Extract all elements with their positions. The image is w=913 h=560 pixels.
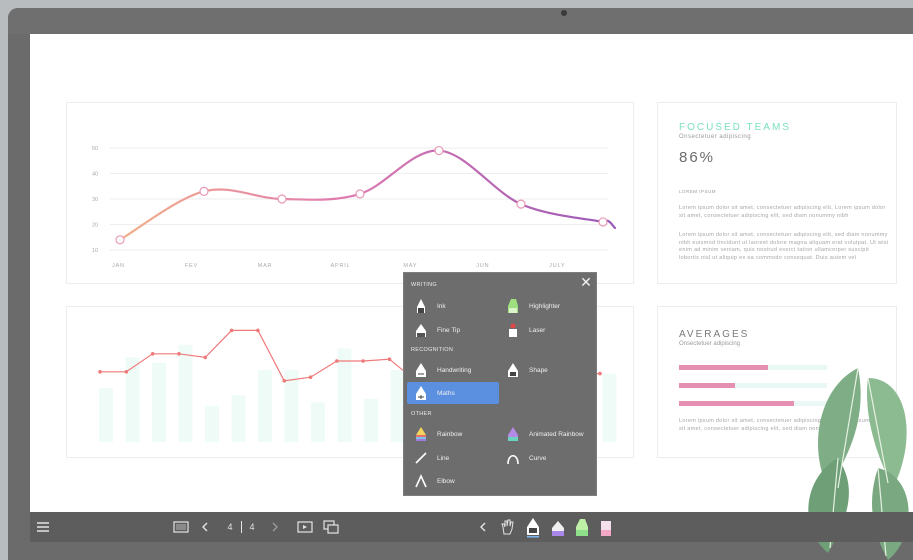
bar [602,373,617,442]
fine-pen-icon[interactable] [548,512,568,542]
bar-line-point [98,370,102,374]
bar [99,388,113,442]
highlighter-icon [505,298,521,314]
tool-fine-tip-label: Fine Tip [437,326,461,334]
tool-highlighter[interactable]: Highlighter [499,295,591,317]
tool-laser[interactable]: Laser [499,319,591,341]
eraser-icon[interactable] [596,512,616,542]
focused-teams-percentage: 86% [679,149,716,166]
section-writing: WRITING [411,282,437,288]
tool-handwriting-label: Handwriting [437,366,472,374]
tool-laser-label: Laser [529,326,546,334]
tool-fine-tip[interactable]: Fine Tip [407,319,499,341]
next-page-icon[interactable] [268,512,282,542]
bottom-toolbar: 4 4 [30,512,913,542]
bar [258,370,272,442]
tool-maths-label: Maths [437,389,455,397]
bar [311,402,325,442]
display-bezel: 50 40 30 20 10 JAN FEV MAR APRIL MAY JUN JULY FOCU… [8,8,913,560]
bar [205,406,219,442]
bar [231,395,246,442]
elbow-icon [413,473,429,489]
tool-handwriting[interactable]: Handwriting [407,359,499,381]
focused-teams-subtitle: Onsectetuer adipiscing [679,134,752,140]
bezel-top [8,8,913,34]
hand-icon[interactable] [498,512,516,542]
pen-icon[interactable] [522,512,544,542]
bar-line-point [150,352,155,356]
animated-rainbow-icon [505,426,521,442]
ink-tools-popup: ✕ WRITING Ink Highlighter Fine Tip Laser [403,272,597,496]
focused-teams-paragraph-2: Lorem ipsum dolor sit amet, consectetuer… [679,232,889,261]
page-current: 4 [227,522,233,532]
ink-pen-icon [413,298,429,314]
bar [125,357,140,442]
tool-ink[interactable]: Ink [407,295,499,317]
laser-pointer-icon [505,322,521,338]
windows-icon[interactable] [322,512,340,542]
collapse-icon[interactable] [476,512,490,542]
camera-icon [561,10,567,16]
section-other: OTHER [411,411,432,417]
close-icon[interactable]: ✕ [579,275,593,289]
tool-animated-rainbow-label: Animated Rainbow [529,430,584,438]
focused-teams-paragraph-1: Lorem ipsum dolor sit amet, consectetuer… [679,205,886,219]
focused-teams-title: FOCUSED TEAMS [679,122,791,133]
bar-line-point [361,359,365,363]
bar-line-point [203,355,208,360]
tool-animated-rainbow[interactable]: Animated Rainbow [499,423,591,445]
tool-shape-label: Shape [529,366,548,374]
tool-elbow-label: Elbow [437,477,455,485]
page-separator [238,512,244,542]
tool-line-label: Line [437,454,450,462]
averages-title: AVERAGES [679,329,750,340]
averages-subtitle: Onsectetuer adipiscing [679,341,741,347]
menu-icon[interactable] [34,512,52,542]
tool-rainbow[interactable]: Rainbow [407,423,499,445]
bar-line-point [177,352,181,356]
prev-page-icon[interactable] [198,512,212,542]
bar-line-point [282,379,287,383]
shape-icon [505,362,521,378]
tool-shape[interactable]: Shape [499,359,591,381]
bar [364,398,378,442]
whiteboard-icon[interactable] [172,512,190,542]
maths-icon [413,385,429,401]
tool-maths[interactable]: Maths [407,382,499,404]
bar [178,344,193,442]
tool-ink-label: Ink [437,302,446,310]
tool-curve-label: Curve [529,454,547,462]
fine-tip-pen-icon [413,322,429,338]
page-total: 4 [249,522,255,532]
bar-line-point [335,359,339,363]
highlighter-icon[interactable] [572,512,592,542]
section-recognition: RECOGNITION [411,347,454,353]
bar-line-point [308,375,313,380]
lorem-heading: LOREM IPSUM [679,189,717,194]
rainbow-pen-icon [413,426,429,442]
tool-highlighter-label: Highlighter [529,302,561,310]
bar-line-point [387,357,392,362]
handwriting-icon [413,362,429,378]
present-icon[interactable] [296,512,314,542]
curve-icon [505,450,521,466]
tool-rainbow-label: Rainbow [437,430,463,438]
bar-line-point [256,328,260,333]
bar-line-point [229,328,234,333]
tool-line[interactable]: Line [407,447,499,469]
bar-line-point [598,371,602,376]
bar-line-point [124,370,129,374]
tool-elbow[interactable]: Elbow [407,470,499,492]
bar [337,348,352,442]
tool-curve[interactable]: Curve [499,447,591,469]
line-icon [413,450,429,466]
bar [152,362,166,442]
